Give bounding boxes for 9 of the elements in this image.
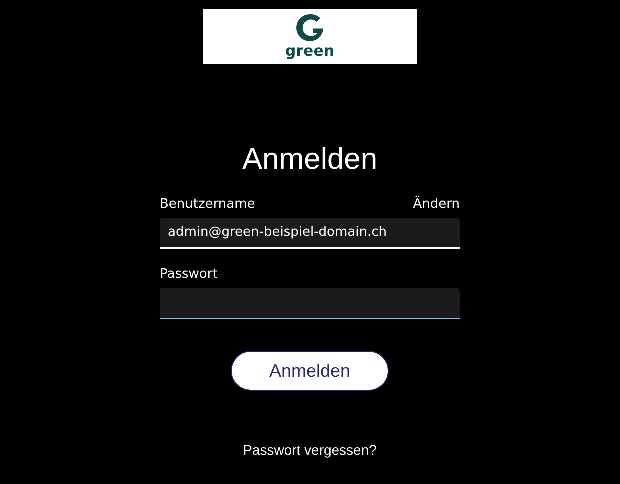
page-title: Anmelden: [242, 142, 378, 178]
input-field[interactable]: [160, 288, 460, 319]
field-label: Benutzername: [160, 197, 256, 213]
field-label: Passwort: [160, 267, 218, 283]
change-link[interactable]: Ändern: [413, 197, 460, 213]
login-button[interactable]: Anmelden: [231, 351, 389, 391]
forgot-password-link[interactable]: Passwort vergessen?: [243, 442, 377, 458]
logo-text: green: [285, 43, 335, 60]
input-field[interactable]: admin@green-beispiel-domain.ch: [160, 218, 460, 249]
